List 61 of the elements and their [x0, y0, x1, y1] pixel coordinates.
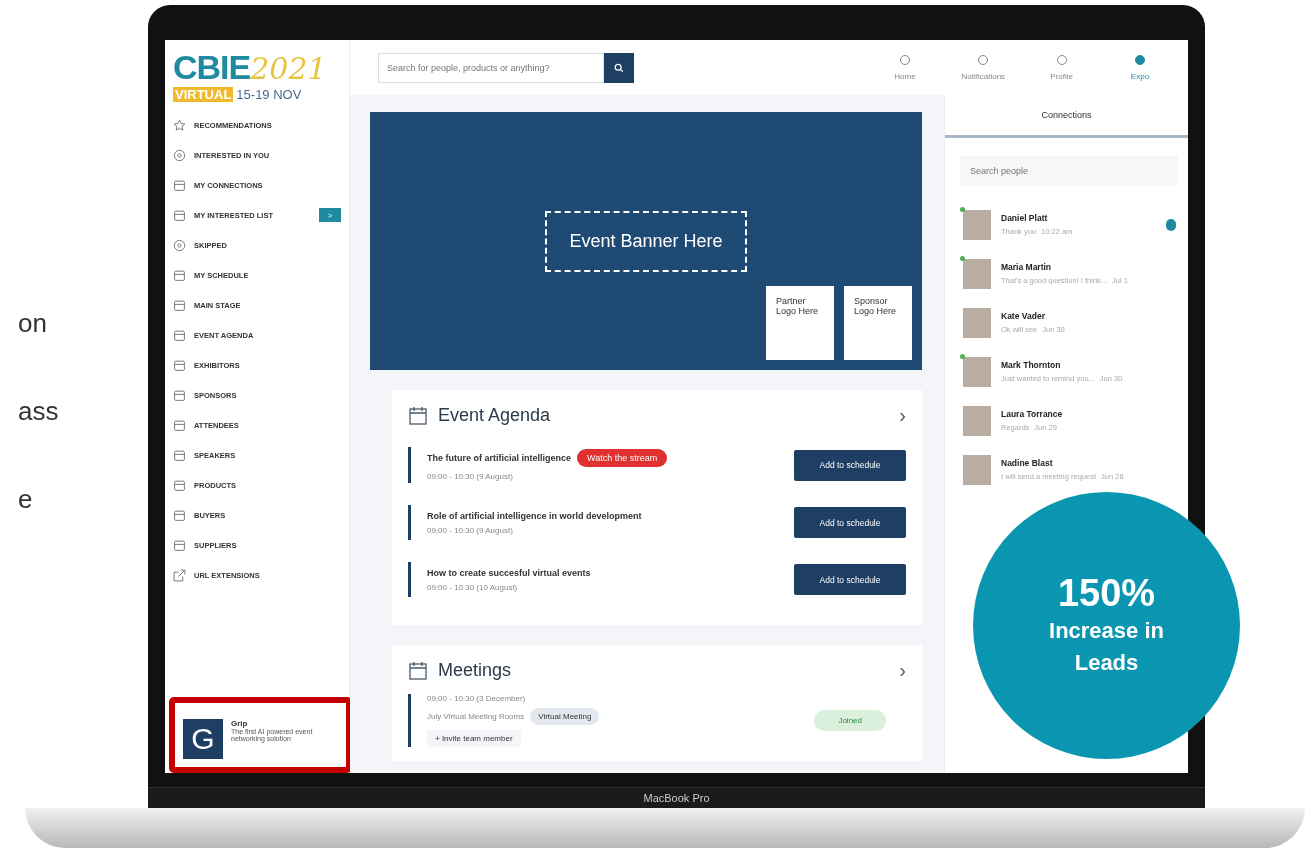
- contact-name[interactable]: Daniel Platt: [1001, 213, 1156, 223]
- contact-name[interactable]: Maria Martin: [1001, 262, 1176, 272]
- contact-name[interactable]: Laura Torrance: [1001, 409, 1176, 419]
- search-icon: [614, 62, 624, 73]
- contact-name[interactable]: Kate Vader: [1001, 311, 1176, 321]
- session-time: 09:00 - 10:30 (9 August): [427, 525, 514, 535]
- search-button[interactable]: [604, 52, 634, 83]
- live-badge[interactable]: Watch the stream: [577, 449, 668, 467]
- session-title: The future of artificial intelligence: [427, 453, 572, 463]
- session-title: Role of artificial intelligence in world development: [427, 510, 642, 521]
- cut-off-text: e: [17, 484, 34, 514]
- meeting-time: 09:00 - 10:30 (3 December): [427, 694, 527, 703]
- avatar-placeholder: [963, 454, 991, 485]
- cut-off-text: ass: [17, 396, 60, 426]
- meeting-type-chip: Virtual Meeting: [530, 708, 600, 725]
- session-time: 09:00 - 10:30 (10 August): [427, 582, 519, 592]
- calendar-icon: [408, 660, 428, 681]
- circle-dot-icon: [173, 238, 186, 252]
- cut-off-text: on: [17, 308, 48, 338]
- calendar-icon: [408, 405, 428, 426]
- add-to-schedule-button[interactable]: Add to schedule: [794, 564, 906, 595]
- session-title: How to create succesful virtual events: [427, 567, 591, 578]
- panel-title: Connections: [945, 95, 1188, 138]
- external-link-icon: [173, 568, 186, 582]
- avatar-placeholder: [963, 307, 991, 338]
- contact-name[interactable]: Mark Thornton: [1001, 360, 1176, 370]
- stat-value: 150%: [1057, 572, 1156, 615]
- status-pill: Joined: [814, 710, 886, 731]
- circle-icon: [1133, 54, 1147, 68]
- contact-name[interactable]: Nadine Blast: [1001, 458, 1176, 468]
- add-to-schedule-button[interactable]: Add to schedule: [794, 449, 906, 481]
- circle-icon: [1054, 54, 1069, 68]
- nav-tab[interactable]: Notifications: [953, 54, 1014, 81]
- collapse-button[interactable]: >: [319, 208, 341, 222]
- circle-icon: [898, 54, 912, 68]
- search-field[interactable]: Search for people, products or anything?: [378, 52, 604, 83]
- avatar-placeholder: [963, 405, 991, 436]
- event-logo: CBIE2021 VIRTUAL 15-19 NOV: [173, 48, 328, 102]
- device-label: MacBook Pro: [643, 792, 710, 804]
- nav-tab[interactable]: Expo: [1110, 54, 1170, 81]
- banner-title: Event Banner Here: [545, 210, 747, 272]
- invite-button[interactable]: + Invite team member: [427, 730, 521, 747]
- meeting-location: July Virtual Meeting Rooms: [427, 712, 525, 721]
- calendar-icon: [173, 328, 186, 342]
- session-time: 09:00 - 10:30 (9 August): [427, 472, 514, 481]
- circle-icon: [976, 54, 991, 68]
- sponsor-name: Grip: [231, 719, 249, 728]
- chevron-right-icon[interactable]: ›: [899, 659, 906, 682]
- logo-caption: Sponsor Logo Here: [854, 296, 897, 316]
- calendar-icon: [173, 268, 186, 282]
- nav-tab[interactable]: Profile: [1031, 54, 1092, 81]
- add-to-schedule-button[interactable]: Add to schedule: [794, 507, 906, 538]
- star-icon: [173, 118, 186, 132]
- section-title: Meetings: [438, 660, 513, 681]
- section-title: Event Agenda: [438, 405, 552, 426]
- search-field[interactable]: Search people: [960, 156, 1178, 186]
- stat-label: Increase in Leads: [1048, 617, 1165, 677]
- sponsor-logo: G: [183, 719, 223, 759]
- chevron-right-icon[interactable]: ›: [899, 404, 906, 427]
- logo-caption: Partner Logo Here: [776, 296, 819, 316]
- nav-tab[interactable]: Home: [875, 54, 935, 81]
